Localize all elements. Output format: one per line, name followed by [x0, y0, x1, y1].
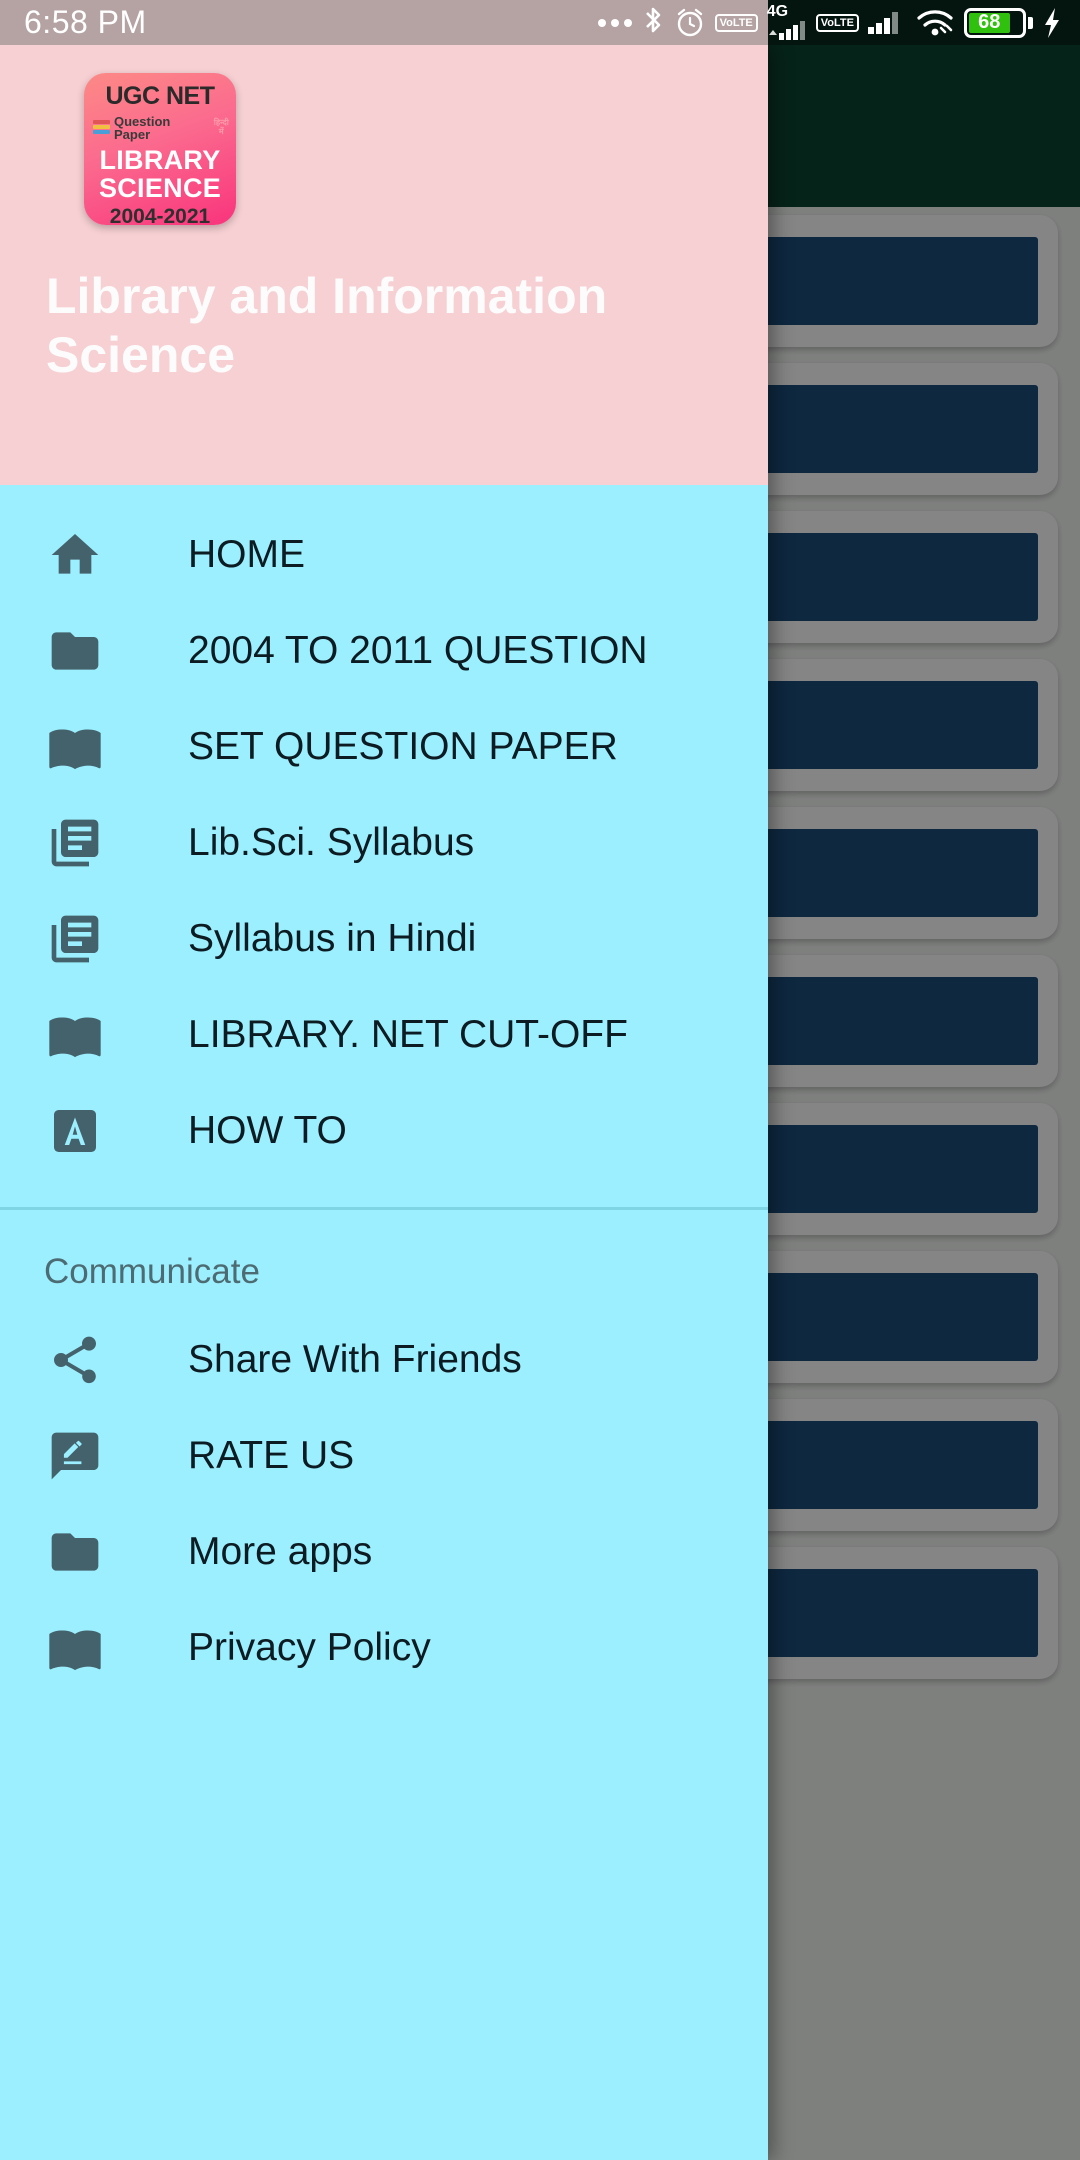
folder-icon	[44, 620, 106, 682]
drawer-item-more-apps[interactable]: More apps	[0, 1504, 768, 1600]
drawer-item-label: Privacy Policy	[188, 1626, 431, 1669]
wifi-icon	[915, 7, 955, 39]
logo-line-science: SCIENCE	[98, 173, 222, 204]
book-icon	[44, 716, 106, 778]
drawer-communicate-list: Share With Friends RATE US More apps Privac…	[0, 1312, 768, 1696]
section-header-communicate: Communicate	[44, 1252, 260, 1291]
drawer-item-how-to[interactable]: HOW TO	[0, 1083, 768, 1179]
signal-2-icon	[868, 11, 906, 34]
book-icon	[44, 1004, 106, 1066]
drawer-item-label: LIBRARY. NET CUT-OFF	[188, 1013, 628, 1056]
library-books-icon	[44, 812, 106, 874]
home-icon	[44, 524, 106, 586]
status-icons: Vo LTE 4G Vo LTE 68	[597, 4, 1062, 41]
alarm-icon	[674, 7, 706, 39]
drawer-item-label: Syllabus in Hindi	[188, 917, 477, 960]
folder-icon	[44, 1521, 106, 1583]
charging-bolt-icon	[1042, 7, 1062, 39]
logo-line-ugcnet: UGC NET	[105, 82, 216, 110]
logo-line-library: LIBRARY	[99, 145, 221, 175]
volte-icon: Vo LTE	[714, 13, 758, 32]
logo-line-question-paper: Question Paper	[114, 114, 171, 142]
book-icon	[44, 1617, 106, 1679]
drawer-item-rate-us[interactable]: RATE US	[0, 1408, 768, 1504]
library-books-icon	[44, 908, 106, 970]
drawer-item-label: Lib.Sci. Syllabus	[188, 821, 475, 864]
drawer-item-label: HOW TO	[188, 1109, 347, 1152]
drawer-item-label: More apps	[188, 1530, 373, 1573]
drawer-menu-list: HOME 2004 TO 2011 QUESTION SET QUESTION PA…	[0, 485, 768, 1179]
drawer-item-2004-to-2011-question[interactable]: 2004 TO 2011 QUESTION	[0, 603, 768, 699]
drawer-item-set-question-paper[interactable]: SET QUESTION PAPER	[0, 699, 768, 795]
app-logo-icon: UGC NET Question Paper हिन्दी में LIBRAR…	[84, 73, 236, 225]
bluetooth-icon	[641, 6, 665, 40]
drawer-item-home[interactable]: HOME	[0, 507, 768, 603]
logo-line-years: 2004-2021	[109, 204, 211, 225]
drawer-title: Library and Information Science	[46, 268, 608, 383]
drawer-item-label: SET QUESTION PAPER	[188, 725, 618, 768]
drawer-item-privacy-policy[interactable]: Privacy Policy	[0, 1600, 768, 1696]
drawer-item-syllabus-in-hindi[interactable]: Syllabus in Hindi	[0, 891, 768, 987]
drawer-item-lib-sci-syllabus[interactable]: Lib.Sci. Syllabus	[0, 795, 768, 891]
logo-question-paper-row: Question Paper हिन्दी में	[84, 115, 236, 141]
status-bar: 6:58 PM Vo LTE 4G Vo LTE 68	[0, 0, 1080, 45]
status-time: 6:58 PM	[24, 4, 147, 40]
battery-percent: 68	[969, 11, 1010, 33]
drawer-item-label: 2004 TO 2011 QUESTION	[188, 629, 648, 672]
rate-review-icon	[44, 1425, 106, 1487]
drawer-item-share-with-friends[interactable]: Share With Friends	[0, 1312, 768, 1408]
signal-4g-icon: 4G	[767, 4, 807, 41]
share-icon	[44, 1329, 106, 1391]
more-dots-icon	[597, 18, 632, 27]
drawer-header: UGC NET Question Paper हिन्दी में LIBRAR…	[0, 45, 768, 485]
battery-icon: 68	[964, 7, 1033, 38]
drawer-item-label: RATE US	[188, 1434, 355, 1477]
navigation-drawer[interactable]: UGC NET Question Paper हिन्दी में LIBRAR…	[0, 45, 768, 2160]
drawer-item-library-net-cut-off[interactable]: LIBRARY. NET CUT-OFF	[0, 987, 768, 1083]
logo-hindi-badge: हिन्दी में	[213, 118, 229, 136]
letter-a-icon	[44, 1100, 106, 1162]
drawer-item-label: HOME	[188, 533, 305, 576]
logo-books-icon	[93, 119, 110, 137]
volte-2-icon: Vo LTE	[815, 13, 859, 32]
drawer-item-label: Share With Friends	[188, 1338, 522, 1381]
